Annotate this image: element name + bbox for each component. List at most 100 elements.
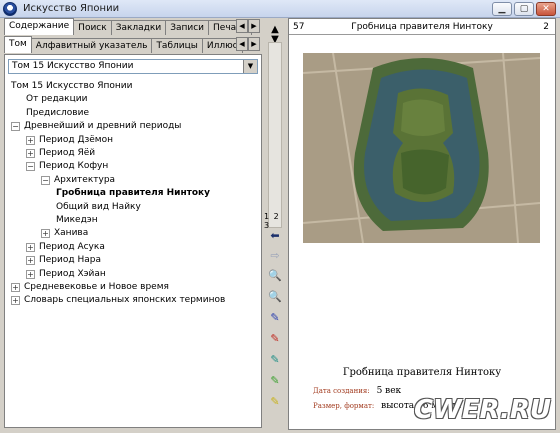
tree-item-label: Период Хэйан <box>39 268 106 279</box>
chevron-down-icon[interactable]: ▼ <box>243 60 257 73</box>
tree-item[interactable]: + Период Дзёмон <box>26 134 113 147</box>
pen-red-icon[interactable]: ✎ <box>267 331 283 347</box>
tree-item[interactable]: От редакции <box>26 93 87 106</box>
tab-tables[interactable]: Таблицы <box>151 38 203 53</box>
tab-label: Алфавитный указатель <box>35 41 148 51</box>
tree-item[interactable]: Предисловие <box>26 107 89 120</box>
expand-icon[interactable]: + <box>41 229 50 239</box>
tree-item[interactable]: + Словарь специальных японских терминов <box>11 294 225 307</box>
tree-item-label: Гробница правителя Нинтоку <box>56 188 211 199</box>
maximize-button[interactable]: ▢ <box>514 2 534 16</box>
tree-item[interactable]: + Ханива <box>41 227 88 240</box>
tree-item-label: Древнейший и древний периоды <box>24 121 182 132</box>
pen-green-icon[interactable]: ✎ <box>267 373 283 389</box>
close-button[interactable]: ✕ <box>536 2 556 16</box>
tab-search[interactable]: Поиск <box>73 20 112 35</box>
tab-volume[interactable]: Том <box>4 36 32 53</box>
tab-label: Таблицы <box>156 41 198 51</box>
bottom-tab-scroller: ◀ ▶ <box>236 37 260 51</box>
tree-item-label: Том 15 Искусство Японии <box>11 81 133 91</box>
tab-scroll-left-button[interactable]: ◀ <box>236 37 248 51</box>
tree-item[interactable]: Том 15 Искусство Японии <box>11 80 132 93</box>
tab-scroll-right-button[interactable]: ▶ <box>248 19 260 33</box>
date-label: Дата создания: <box>313 387 370 395</box>
tree-item[interactable]: Микедэн <box>56 214 98 227</box>
tree-item[interactable]: Общий вид Найку <box>56 201 141 214</box>
tree-item-label: Общий вид Найку <box>56 201 141 212</box>
tree-item-label: От редакции <box>26 94 88 105</box>
page-scroll-track[interactable] <box>268 42 282 228</box>
top-tab-scroller: ◀ ▶ <box>236 19 260 33</box>
tree-item[interactable]: + Период Нара <box>26 254 101 267</box>
arrow-forward-icon[interactable]: ⇨ <box>267 248 283 264</box>
pen-teal-icon[interactable]: ✎ <box>267 352 283 368</box>
title-bar: Искусство Японии ▁ ▢ ✕ <box>0 0 560 18</box>
window-title: Искусство Японии <box>23 3 120 14</box>
tree-item[interactable]: Гробница правителя Нинтоку <box>56 187 210 200</box>
tree-item[interactable]: + Средневековье и Новое время <box>11 281 169 294</box>
tab-notes[interactable]: Записи <box>165 20 210 35</box>
collapse-icon[interactable]: − <box>41 175 50 185</box>
tab-label: Иллюс <box>206 41 238 51</box>
tab-bookmarks[interactable]: Закладки <box>110 20 167 35</box>
tomb-aerial-photo[interactable] <box>303 53 540 243</box>
collapse-icon[interactable]: − <box>26 162 35 172</box>
page-title: Гробница правителя Нинтоку <box>351 22 493 32</box>
image-caption: Гробница правителя Нинтоку <box>342 367 502 378</box>
expand-icon[interactable]: + <box>26 149 35 158</box>
tree-item-label: Словарь специальных японских терминов <box>24 295 226 306</box>
page-view: 57 Гробница правителя Нинтоку 2 Гробница… <box>288 18 556 430</box>
tab-index[interactable]: Алфавитный указатель <box>30 38 153 53</box>
tree-item[interactable]: − Архитектура <box>41 174 115 187</box>
pen-blue-icon[interactable]: ✎ <box>267 310 283 326</box>
tree-item[interactable]: + Период Асука <box>26 241 105 254</box>
tree-item-label: Архитектура <box>54 174 116 185</box>
expand-icon[interactable]: + <box>11 296 20 306</box>
tree-item-label: Период Кофун <box>39 161 109 172</box>
tree-item-label: Период Яёй <box>39 148 96 158</box>
bottom-tab-row: Том Алфавитный указатель Таблицы Иллюс <box>4 36 243 53</box>
zoom-out-icon[interactable]: 🔍 <box>267 268 283 284</box>
pen-yellow-icon[interactable]: ✎ <box>267 394 283 410</box>
middle-toolbar: ▲ ▼ 1 2 3 ⬅ ⇨ 🔍 🔍 ✎ ✎ ✎ ✎ ✎ <box>264 18 286 430</box>
arrow-back-icon[interactable]: ⬅ <box>267 228 283 244</box>
tree-item-label: Период Нара <box>39 255 101 266</box>
volume-select[interactable]: Том 15 Искусство Японии ▼ <box>8 59 258 74</box>
volume-select-value: Том 15 Искусство Японии <box>12 61 134 71</box>
tree-item[interactable]: + Период Хэйан <box>26 268 106 281</box>
expand-icon[interactable]: + <box>26 135 35 145</box>
tab-contents[interactable]: Содержание <box>4 18 75 35</box>
minimize-button[interactable]: ▁ <box>492 2 512 16</box>
window-controls: ▁ ▢ ✕ <box>492 2 556 16</box>
tree-item-label: Предисловие <box>26 107 89 118</box>
tab-label: Поиск <box>78 23 107 33</box>
tree-item[interactable]: + Период Яёй <box>26 147 95 160</box>
tab-label: Содержание <box>9 21 70 31</box>
tab-scroll-left-button[interactable]: ◀ <box>236 19 248 33</box>
tab-scroll-right-button[interactable]: ▶ <box>248 37 260 51</box>
size-label: Размер, формат: <box>313 402 375 410</box>
tree-item-label: Ханива <box>54 228 89 239</box>
tab-label: Том <box>9 39 27 49</box>
expand-icon[interactable]: + <box>26 256 35 266</box>
tab-label: Закладки <box>115 23 162 33</box>
tree-item-label: Средневековье и Новое время <box>24 282 169 292</box>
tree-item-label: Период Асука <box>39 241 105 252</box>
collapse-icon[interactable]: − <box>11 122 20 132</box>
zoom-in-icon[interactable]: 🔍 <box>267 289 283 305</box>
tree-item-label: Микедэн <box>56 215 98 225</box>
tab-label: Записи <box>170 23 205 33</box>
page-header: 57 Гробница правителя Нинтоку 2 <box>289 19 555 35</box>
expand-icon[interactable]: + <box>26 269 35 279</box>
tree-item[interactable]: − Период Кофун <box>26 160 108 173</box>
contents-panel: Том 15 Искусство Японии ▼ Том 15 Искусст… <box>4 54 262 428</box>
date-row: Дата создания: 5 век <box>313 386 401 396</box>
tree-item[interactable]: − Древнейший и древний периоды <box>11 120 181 133</box>
left-pane: Содержание Поиск Закладки Записи Печать … <box>4 18 264 430</box>
top-tab-row: Содержание Поиск Закладки Записи Печать <box>4 18 252 35</box>
expand-icon[interactable]: + <box>26 242 35 252</box>
app-globe-icon <box>3 1 17 16</box>
expand-icon[interactable]: + <box>11 283 20 292</box>
watermark-logo: CWER.RU <box>413 395 551 425</box>
date-value: 5 век <box>376 386 402 396</box>
